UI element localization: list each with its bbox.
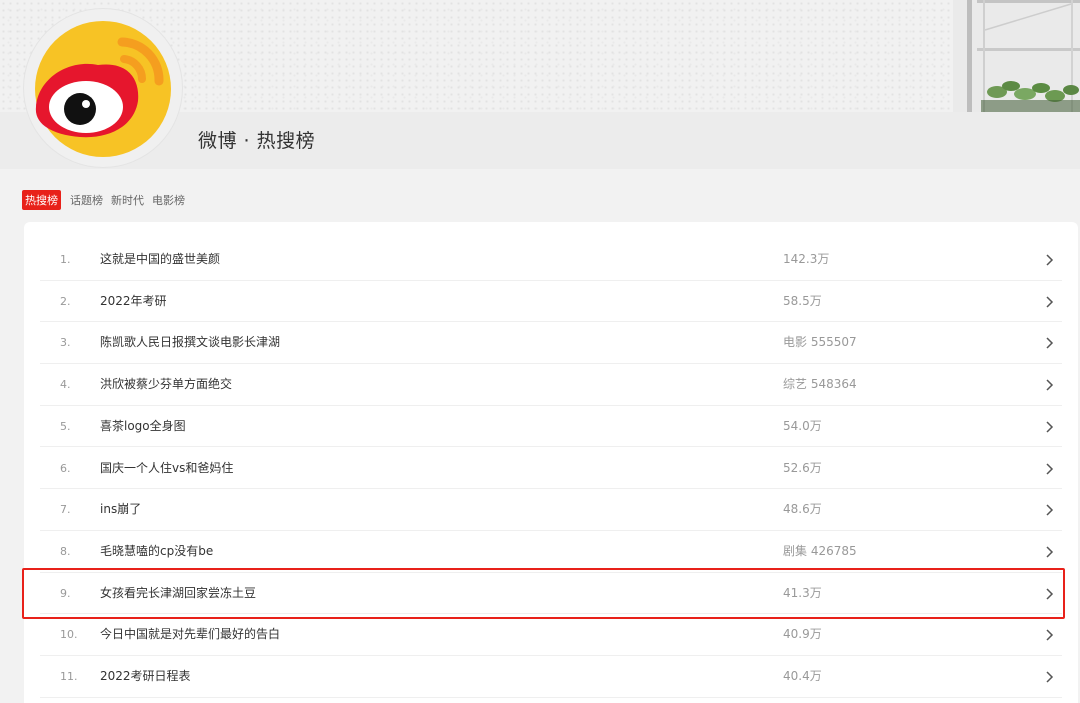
- chevron-right-icon[interactable]: [1043, 628, 1055, 642]
- heat-value: 40.9万: [783, 627, 822, 642]
- tab-bar: 热搜榜 话题榜 新时代 电影榜: [22, 190, 193, 210]
- list-item[interactable]: 9. 女孩看完长津湖回家尝冻土豆 41.3万: [40, 573, 1062, 615]
- rank-number: 11.: [60, 670, 78, 683]
- list-item[interactable]: 11. 2022考研日程表 40.4万: [40, 656, 1062, 698]
- rank-number: 8.: [60, 544, 71, 558]
- rank-number: 4.: [60, 378, 71, 392]
- topic-link[interactable]: 喜茶logo全身图: [100, 406, 186, 448]
- list-item[interactable]: 8. 毛晓慧嗑的cp没有be 剧集 426785: [40, 531, 1062, 573]
- heat-value: 电影 555507: [783, 335, 857, 350]
- rank-number: 3.: [60, 336, 71, 350]
- list-item[interactable]: 5. 喜茶logo全身图 54.0万: [40, 406, 1062, 448]
- chevron-right-icon[interactable]: [1043, 503, 1055, 517]
- rank-number: 9.: [60, 586, 71, 600]
- rank-number: 10.: [60, 628, 78, 642]
- tab-hot-search[interactable]: 热搜榜: [22, 190, 61, 210]
- heat-value: 48.6万: [783, 502, 822, 517]
- chevron-right-icon[interactable]: [1043, 295, 1055, 309]
- chevron-right-icon[interactable]: [1043, 587, 1055, 601]
- topic-link[interactable]: 今日中国就是对先辈们最好的告白: [100, 614, 280, 656]
- chevron-right-icon[interactable]: [1043, 253, 1055, 267]
- chevron-right-icon[interactable]: [1043, 420, 1055, 434]
- chevron-right-icon[interactable]: [1043, 462, 1055, 476]
- topic-link[interactable]: 2022考研日程表: [100, 656, 191, 698]
- list-item[interactable]: 4. 洪欣被蔡少芬单方面绝交 综艺 548364: [40, 364, 1062, 406]
- heat-value: 142.3万: [783, 252, 830, 266]
- heat-value: 54.0万: [783, 418, 822, 433]
- heat-value: 58.5万: [783, 293, 822, 308]
- chevron-right-icon[interactable]: [1043, 336, 1055, 350]
- heat-value: 综艺 548364: [783, 377, 857, 392]
- tab-movies[interactable]: 电影榜: [152, 190, 185, 210]
- banner-decoration-image: [953, 0, 1080, 112]
- topic-link[interactable]: 国庆一个人住vs和爸妈住: [100, 448, 233, 490]
- topic-link[interactable]: 陈凯歌人民日报撰文谈电影长津湖: [100, 322, 280, 364]
- topic-link[interactable]: 毛晓慧嗑的cp没有be: [100, 531, 213, 573]
- rank-number: 1.: [60, 253, 71, 266]
- topic-link[interactable]: 这就是中国的盛世美颜: [100, 239, 220, 281]
- topic-link[interactable]: ins崩了: [100, 489, 141, 531]
- topic-link[interactable]: 女孩看完长津湖回家尝冻土豆: [100, 573, 256, 615]
- heat-value: 41.3万: [783, 585, 822, 600]
- rank-number: 7.: [60, 503, 71, 517]
- heat-value: 剧集 426785: [783, 543, 857, 558]
- list-item[interactable]: 10. 今日中国就是对先辈们最好的告白 40.9万: [40, 614, 1062, 656]
- tab-topics[interactable]: 话题榜: [70, 190, 103, 210]
- heat-value: 52.6万: [783, 460, 822, 475]
- heat-value: 40.4万: [783, 669, 822, 683]
- page-title: 微博 · 热搜榜: [198, 130, 316, 152]
- list-item[interactable]: 2. 2022年考研 58.5万: [40, 281, 1062, 323]
- chevron-right-icon[interactable]: [1043, 378, 1055, 392]
- list-item[interactable]: 1. 这就是中国的盛世美颜 142.3万: [40, 239, 1062, 281]
- topic-link[interactable]: 洪欣被蔡少芬单方面绝交: [100, 364, 232, 406]
- rank-number: 6.: [60, 461, 71, 475]
- tab-new-era[interactable]: 新时代: [111, 190, 144, 210]
- rank-number: 2.: [60, 294, 71, 308]
- chevron-right-icon[interactable]: [1043, 545, 1055, 559]
- list-item[interactable]: 3. 陈凯歌人民日报撰文谈电影长津湖 电影 555507: [40, 322, 1062, 365]
- chevron-right-icon[interactable]: [1043, 670, 1055, 684]
- list-item[interactable]: 7. ins崩了 48.6万: [40, 489, 1062, 531]
- rank-number: 5.: [60, 419, 71, 433]
- topic-link[interactable]: 2022年考研: [100, 281, 167, 323]
- weibo-logo: [24, 9, 182, 167]
- list-item[interactable]: 6. 国庆一个人住vs和爸妈住 52.6万: [40, 448, 1062, 490]
